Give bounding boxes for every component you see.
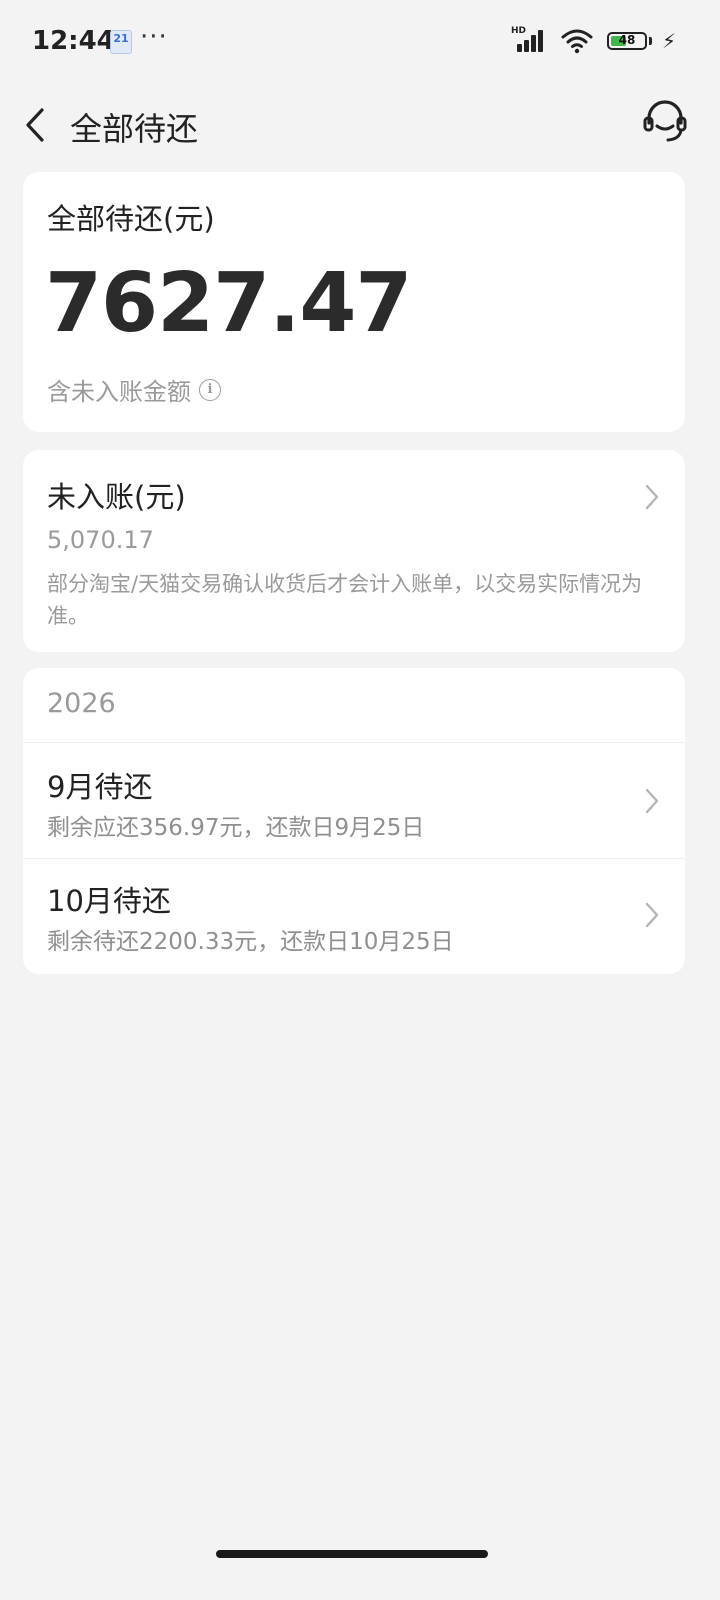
- status-indicators: HD 48 ⚡︎: [511, 26, 676, 56]
- customer-service-icon[interactable]: [640, 96, 690, 146]
- chevron-right-icon: [645, 484, 659, 510]
- network-type: HD: [510, 26, 526, 36]
- total-due-label: 全部待还(元): [47, 202, 215, 236]
- total-due-amount: 7627.47: [45, 256, 412, 351]
- page-title: 全部待还: [70, 110, 199, 148]
- month-subtitle: 剩余待还2200.33元，还款日10月25日: [47, 929, 454, 955]
- unbilled-description: 部分淘宝/天猫交易确认收货后才会计入账单，以交易实际情况为准。: [47, 572, 643, 628]
- battery-icon: 48: [606, 32, 647, 50]
- calendar-icon: 21: [110, 30, 132, 54]
- month-title: 9月待还: [47, 770, 153, 804]
- chevron-right-icon: [645, 788, 659, 814]
- back-arrow-icon[interactable]: [18, 98, 58, 154]
- divider: [23, 742, 685, 743]
- home-indicator[interactable]: [216, 1550, 488, 1558]
- unbilled-label: 未入账(元): [47, 480, 186, 514]
- charging-bolt-icon: ⚡︎: [661, 29, 676, 53]
- signal-icon: HD: [510, 26, 547, 54]
- chevron-right-icon: [645, 902, 659, 928]
- wifi-icon: [561, 29, 593, 54]
- page-header: 全部待还: [0, 84, 720, 168]
- unbilled-card[interactable]: 未入账(元) 5,070.17 部分淘宝/天猫交易确认收货后才会计入账单，以交易…: [23, 450, 685, 652]
- year-label: 2026: [47, 688, 116, 719]
- total-due-card: 全部待还(元) 7627.47 含未入账金额 i: [23, 172, 685, 432]
- battery-level: 48: [618, 33, 636, 47]
- info-icon[interactable]: i: [199, 378, 221, 401]
- more-notifications-icon: ···: [140, 22, 168, 52]
- status-bar: 12:44 21 ··· HD 48 ⚡︎: [0, 0, 720, 84]
- battery-tip: [648, 37, 652, 45]
- status-time: 12:44: [32, 26, 115, 56]
- month-subtitle: 剩余应还356.97元，还款日9月25日: [47, 815, 425, 841]
- month-row-september[interactable]: 9月待还 剩余应还356.97元，还款日9月25日: [23, 744, 685, 858]
- repayment-schedule-card: 2026 9月待还 剩余应还356.97元，还款日9月25日 10月待还 剩余待…: [23, 668, 685, 974]
- month-title: 10月待还: [47, 884, 171, 918]
- total-due-note[interactable]: 含未入账金额 i: [47, 372, 221, 407]
- total-due-note-text: 含未入账金额: [47, 378, 191, 406]
- month-row-october[interactable]: 10月待还 剩余待还2200.33元，还款日10月25日: [23, 858, 685, 972]
- unbilled-amount: 5,070.17: [47, 526, 154, 554]
